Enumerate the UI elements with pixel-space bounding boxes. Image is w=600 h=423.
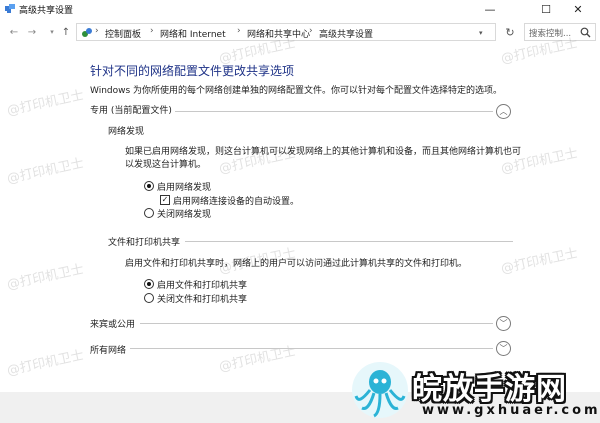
turn-on-network-discovery-option[interactable]: 启用网络发现: [144, 180, 212, 193]
watermark: @打印机卫士: [5, 88, 86, 119]
radio-unselected[interactable]: [144, 293, 154, 303]
expand-all-networks-button[interactable]: ﹀: [496, 341, 511, 356]
title-bar: 高级共享设置 — ☐ ✕: [0, 0, 600, 18]
watermark: @打印机卫士: [217, 344, 298, 375]
chevron-down-icon: ﹀: [499, 344, 508, 353]
minimize-icon: —: [484, 2, 496, 16]
chevron-down-icon: ▾: [50, 28, 54, 36]
file-printer-sharing-title: 文件和打印机共享: [108, 238, 181, 248]
forward-button[interactable]: →: [24, 24, 40, 40]
expand-guest-public-button[interactable]: ﹀: [496, 316, 511, 331]
turn-off-network-discovery-option[interactable]: 关闭网络发现: [144, 207, 212, 220]
maximize-icon: ☐: [541, 2, 551, 16]
arrow-right-icon: →: [27, 26, 37, 38]
brand-watermark: 皖放手游网 www.gxhuaer.com: [350, 360, 600, 423]
breadcrumb-control-panel[interactable]: 控制面板: [105, 27, 141, 40]
network-app-icon: [5, 4, 15, 13]
option-label: 启用网络发现: [157, 182, 212, 193]
breadcrumb-advanced-sharing[interactable]: 高级共享设置: [319, 27, 373, 40]
profile-all-networks-header[interactable]: 所有网络: [90, 343, 126, 356]
radio-selected[interactable]: [144, 181, 154, 191]
breadcrumb-separator: ›: [95, 26, 99, 36]
address-dropdown-icon[interactable]: ▾: [479, 29, 483, 37]
network-discovery-description: 如果已启用网络发现，则这台计算机可以发现网络上的其他计算机和设备，而且其他网络计…: [125, 147, 522, 170]
breadcrumb-separator: ›: [309, 26, 313, 36]
close-icon: ✕: [573, 2, 583, 16]
close-button[interactable]: ✕: [556, 0, 600, 18]
divider: [185, 241, 513, 242]
brand-name: 皖放手游网: [412, 372, 567, 407]
search-icon: [580, 27, 591, 38]
option-label: 关闭网络发现: [157, 209, 212, 220]
turn-on-file-sharing-option[interactable]: 启用文件和打印机共享: [144, 278, 248, 291]
option-label: 启用文件和打印机共享: [157, 280, 248, 291]
breadcrumb-separator: ›: [237, 26, 241, 36]
back-button[interactable]: ←: [6, 24, 22, 40]
window-title: 高级共享设置: [19, 6, 74, 16]
page-title: 针对不同的网络配置文件更改共享选项: [90, 64, 295, 78]
control-panel-icon: [82, 28, 92, 37]
octopus-logo-icon: [352, 362, 408, 418]
auto-setup-devices-option[interactable]: ✓ 启用网络连接设备的自动设置。: [160, 194, 300, 207]
navigation-bar: ← → ▾ ↑ › 控制面板 › 网络和 Internet › 网络和共享中心 …: [0, 22, 600, 42]
arrow-left-icon: ←: [9, 26, 19, 38]
turn-off-file-sharing-option[interactable]: 关闭文件和打印机共享: [144, 292, 248, 305]
watermark: @打印机卫士: [5, 156, 86, 187]
chevron-up-icon: ︿: [499, 107, 508, 116]
checkbox-checked[interactable]: ✓: [160, 195, 170, 205]
option-label: 关闭文件和打印机共享: [157, 294, 248, 305]
chevron-down-icon: ﹀: [499, 319, 508, 328]
divider: [130, 348, 493, 349]
watermark: @打印机卫士: [5, 348, 86, 379]
arrow-up-icon: ↑: [61, 26, 71, 38]
radio-unselected[interactable]: [144, 208, 154, 218]
network-discovery-title: 网络发现: [108, 127, 145, 137]
watermark: @打印机卫士: [5, 262, 86, 293]
breadcrumb-separator: ›: [150, 26, 154, 36]
refresh-button[interactable]: ↻: [500, 23, 520, 41]
profile-guest-public-header[interactable]: 来宾或公用: [90, 317, 135, 330]
option-label: 启用网络连接设备的自动设置。: [173, 196, 300, 207]
breadcrumb-network-internet[interactable]: 网络和 Internet: [160, 27, 226, 40]
page-description: Windows 为你所使用的每个网络创建单独的网络配置文件。你可以针对每个配置文…: [90, 86, 503, 96]
profile-private-header[interactable]: 专用 (当前配置文件): [90, 103, 172, 116]
file-printer-sharing-description: 启用文件和打印机共享时，网络上的用户可以访问通过此计算机共享的文件和打印机。: [125, 259, 468, 269]
radio-selected[interactable]: [144, 279, 154, 289]
brand-url: www.gxhuaer.com: [422, 403, 600, 418]
divider: [175, 111, 493, 112]
divider: [140, 323, 493, 324]
up-button[interactable]: ↑: [58, 24, 74, 40]
collapse-private-button[interactable]: ︿: [496, 104, 511, 119]
minimize-button[interactable]: —: [468, 0, 512, 18]
refresh-icon: ↻: [505, 25, 515, 39]
